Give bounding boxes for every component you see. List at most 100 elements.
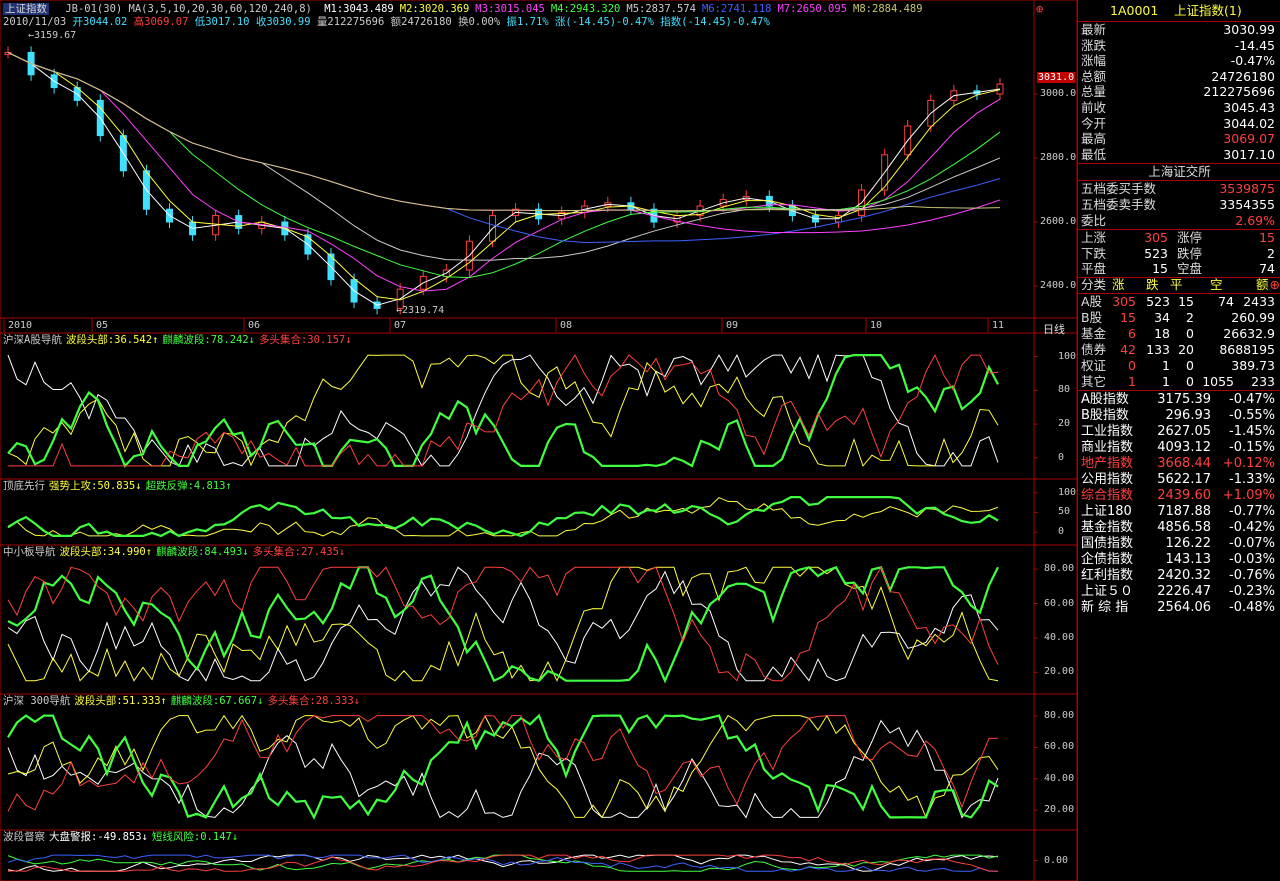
- category-flat: 0: [1186, 358, 1194, 373]
- current-price-tag: 3031.0: [1037, 72, 1076, 83]
- category-row: 权证 0 1 0 389.73: [1078, 358, 1280, 374]
- panel-value: 麒麟波段:67.667↓: [170, 695, 264, 707]
- index-change: -0.47%: [1229, 392, 1275, 407]
- order-row: 五档委买手数 3539875: [1078, 181, 1280, 197]
- index-name: 企债指数: [1081, 552, 1134, 567]
- index-row[interactable]: 综合指数 2439.60 +1.09%: [1078, 488, 1280, 504]
- category-up: 42: [1120, 342, 1136, 357]
- panel-axis-label: 20: [1058, 418, 1071, 430]
- high-marker: ←3159.67: [28, 30, 77, 41]
- panel-line-3-3: [7, 715, 999, 812]
- symbol-code: 1A0001: [1110, 3, 1159, 18]
- quote-label: 最高: [1081, 131, 1107, 147]
- index-row[interactable]: A股指数 3175.39 -0.47%: [1078, 392, 1280, 408]
- time-tick-label: 08: [560, 320, 573, 331]
- category-expand-icon[interactable]: ⊕: [1270, 277, 1280, 293]
- category-row: 债券 42 133 20 8688195: [1078, 342, 1280, 358]
- breadth-value: 523: [1144, 245, 1168, 261]
- category-amount: 2433: [1243, 294, 1275, 309]
- panel-line-0-2: [7, 354, 999, 468]
- settings-icon[interactable]: ⊕: [1036, 2, 1043, 16]
- index-row[interactable]: 基金指数 4856.58 -0.42%: [1078, 520, 1280, 536]
- price-tick-label: 2600.0: [1040, 216, 1077, 227]
- index-row[interactable]: 新 综 指 2564.06 -0.48%: [1078, 600, 1280, 616]
- quote-value: 212275696: [1203, 84, 1275, 100]
- index-row[interactable]: 地产指数 3668.44 +0.12%: [1078, 456, 1280, 472]
- panel-axis-label: 80: [1058, 384, 1071, 396]
- ma-value-3: M3:3015.045: [475, 3, 545, 15]
- order-value: 3539875: [1219, 181, 1275, 196]
- index-row[interactable]: 工业指数 2627.05 -1.45%: [1078, 424, 1280, 440]
- category-header-cell: 平: [1170, 277, 1183, 292]
- index-row[interactable]: 国债指数 126.22 -0.07%: [1078, 536, 1280, 552]
- index-row[interactable]: 企债指数 143.13 -0.03%: [1078, 552, 1280, 568]
- bar-date: 2010/11/03: [3, 16, 67, 28]
- ma-value-4: M4:2943.320: [550, 3, 621, 15]
- index-name: A股指数: [1081, 392, 1129, 407]
- category-row: A股 305 523 15 74 2433: [1078, 294, 1280, 310]
- quote-row: 前收 3045.43: [1078, 100, 1280, 116]
- quote-label: 涨跌: [1081, 37, 1107, 53]
- category-down: 1: [1162, 358, 1170, 373]
- order-label: 委比: [1081, 213, 1107, 228]
- chart-frame: [0, 0, 1077, 881]
- volume-value: 量212275696: [316, 16, 385, 28]
- index-value: 126.22: [1165, 536, 1212, 551]
- breadth-label: 平盘: [1081, 261, 1107, 276]
- ma-value-7: M7:2650.095: [777, 3, 848, 15]
- index-name: 红利指数: [1081, 568, 1134, 583]
- ma-value-8: M8:2884.489: [853, 3, 923, 15]
- ma-value-6: M6:2741.118: [701, 3, 772, 15]
- quote-row: 总额 24726180: [1078, 69, 1280, 85]
- time-tick-label: 06: [248, 320, 261, 331]
- category-name: B股: [1081, 310, 1103, 325]
- index-row[interactable]: 公用指数 5622.17 -1.33%: [1078, 472, 1280, 488]
- panel-line-2-1: [7, 566, 999, 682]
- index-row[interactable]: 商业指数 4093.12 -0.15%: [1078, 440, 1280, 456]
- category-flat: 2: [1186, 310, 1194, 325]
- open-value: 开3044.02: [72, 16, 128, 28]
- high-value: 高3069.07: [133, 16, 189, 28]
- breadth-row: 平盘 15 空盘 74: [1078, 261, 1280, 277]
- panel-axis-label: 0: [1058, 451, 1065, 463]
- index-row[interactable]: 上证180 7187.88 -0.77%: [1078, 504, 1280, 520]
- quote-row: 涨幅 -0.47%: [1078, 53, 1280, 69]
- sidebar-divider: [1078, 390, 1280, 391]
- category-row: 其它 1 1 0 1055 233: [1078, 374, 1280, 390]
- ma-values: M1:3043.489 M2:3020.369 M3:3015.045 M4:2943…: [318, 3, 922, 15]
- quote-value: 3044.02: [1223, 115, 1275, 131]
- category-amount: 260.99: [1231, 310, 1275, 325]
- index-value: 3668.44: [1157, 456, 1211, 471]
- time-tick-label: 09: [726, 320, 739, 331]
- kline-chart-area[interactable]: 上证指数 JB-01(30) MA(3,5,10,20,30,60,120,24…: [0, 0, 1077, 881]
- breadth-row: 下跌 523 跌停 2: [1078, 246, 1280, 262]
- category-name: 其它: [1081, 374, 1107, 389]
- index-name: 综合指数: [1081, 488, 1134, 503]
- quote-label: 涨幅: [1081, 53, 1107, 69]
- sidebar-divider: [1078, 229, 1280, 230]
- index-name: 公用指数: [1081, 472, 1134, 487]
- time-tick-label: 07: [394, 320, 407, 331]
- period-label[interactable]: 日线: [1043, 321, 1065, 337]
- index-value: 3175.39: [1157, 392, 1211, 407]
- index-value: 7187.88: [1157, 504, 1211, 519]
- breadth-label: 下跌: [1081, 245, 1107, 261]
- index-row[interactable]: B股指数 296.93 -0.55%: [1078, 408, 1280, 424]
- ma-line-4: [7, 51, 1001, 279]
- index-row[interactable]: 红利指数 2420.32 -0.76%: [1078, 568, 1280, 584]
- chart-canvas[interactable]: [0, 0, 1077, 881]
- category-header-cell: 分类: [1081, 277, 1107, 292]
- category-header-cell: 空: [1210, 277, 1223, 292]
- index-row[interactable]: 上证５０ 2226.47 -0.23%: [1078, 584, 1280, 600]
- category-down: 133: [1146, 342, 1170, 357]
- category-name: 债券: [1081, 342, 1107, 357]
- index-change: -1.45%: [1229, 424, 1275, 439]
- ma-value-5: M5:2837.574: [626, 3, 696, 15]
- panel-axis-label: 20.00: [1044, 666, 1075, 678]
- chart-header: 上证指数 JB-01(30) MA(3,5,10,20,30,60,120,24…: [3, 3, 923, 16]
- index-value: 5622.17: [1157, 472, 1211, 487]
- exchange-label: 上海证交所: [1148, 164, 1211, 179]
- quote-row: 最低 3017.10: [1078, 147, 1280, 163]
- index-change-value: 指数(-14.45)-0.47%: [660, 16, 770, 28]
- amount-value: 额24726180: [390, 16, 452, 28]
